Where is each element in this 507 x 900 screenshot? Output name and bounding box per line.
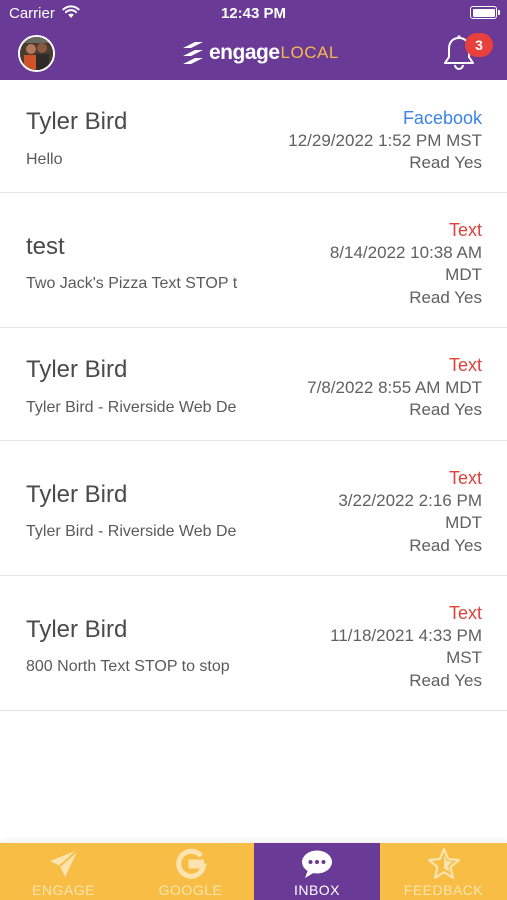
bottom-tab-bar: ENGAGE GOOGLE INBOX FEEDBACK [0, 843, 507, 900]
sender-name: Tyler Bird [26, 356, 128, 383]
paper-plane-icon [49, 849, 79, 877]
message-source: Facebook [402, 108, 482, 128]
status-bar: Carrier 12:43 PM [0, 0, 507, 28]
message-preview: 800 North Text STOP to stop [26, 658, 230, 675]
sender-name: Tyler Bird [26, 108, 128, 135]
battery-icon [470, 6, 500, 19]
engage-local-logo: engage LOCAL [180, 38, 339, 68]
message-source: Text [448, 603, 482, 623]
message-meta: Text 11/18/2021 4:33 PM MST Read Yes [307, 602, 482, 692]
message-source: Text [448, 220, 482, 240]
logo-mark-icon [183, 42, 203, 64]
message-source: Text [448, 355, 482, 375]
message-row[interactable]: Tyler Bird Hello Facebook 12/29/2022 1:5… [0, 80, 507, 193]
tab-google[interactable]: GOOGLE [127, 843, 254, 900]
message-source: Text [448, 468, 482, 488]
message-datetime: 8/14/2022 10:38 AM MDT [329, 242, 482, 285]
message-preview: Tyler Bird - Riverside Web De [26, 523, 237, 540]
message-read-status: Read Yes [409, 287, 482, 307]
google-g-icon [175, 848, 207, 879]
message-read-status: Read Yes [409, 400, 482, 419]
tab-inbox[interactable]: INBOX [254, 843, 380, 900]
profile-avatar[interactable] [18, 35, 55, 72]
chat-bubble-icon [302, 850, 332, 878]
tab-engage[interactable]: ENGAGE [0, 843, 127, 900]
tab-feedback[interactable]: FEEDBACK [380, 843, 507, 900]
message-preview: Tyler Bird - Riverside Web De [26, 399, 237, 416]
sender-name: Tyler Bird [26, 616, 128, 643]
tab-label: GOOGLE [158, 882, 223, 898]
tab-label: FEEDBACK [403, 882, 484, 898]
sender-name: Tyler Bird [26, 481, 128, 508]
message-read-status: Read Yes [409, 535, 482, 555]
message-preview: Two Jack's Pizza Text STOP t [26, 275, 238, 292]
sender-name: test [26, 233, 65, 260]
logo-text-engage: engage [209, 41, 280, 64]
message-row[interactable]: Tyler Bird Tyler Bird - Riverside Web De… [0, 328, 507, 441]
top-bar: Carrier 12:43 PM engage LOCAL 3 [0, 0, 507, 80]
inbox-message-list: Tyler Bird Hello Facebook 12/29/2022 1:5… [0, 80, 507, 711]
message-datetime: 3/22/2022 2:16 PM MDT [338, 490, 482, 533]
message-meta: Text 7/8/2022 8:55 AM MDT Read Yes [307, 354, 482, 422]
message-read-status: Read Yes [409, 153, 482, 172]
notification-count-badge[interactable]: 3 [465, 33, 493, 57]
clock: 12:43 PM [220, 5, 287, 22]
message-preview: Hello [26, 151, 63, 168]
message-datetime: 12/29/2022 1:52 PM MST [288, 130, 482, 150]
message-meta: Text 8/14/2022 10:38 AM MDT Read Yes [307, 219, 482, 309]
star-badge-icon [427, 847, 460, 880]
message-meta: Facebook 12/29/2022 1:52 PM MST Read Yes [288, 107, 482, 175]
message-datetime: 7/8/2022 8:55 AM MDT [307, 377, 482, 397]
message-read-status: Read Yes [409, 670, 482, 690]
logo-text-local: LOCAL [280, 43, 339, 62]
message-meta: Text 3/22/2022 2:16 PM MDT Read Yes [307, 467, 482, 557]
message-row[interactable]: Tyler Bird Tyler Bird - Riverside Web De… [0, 441, 507, 576]
message-row[interactable]: test Two Jack's Pizza Text STOP t Text 8… [0, 193, 507, 328]
message-row[interactable]: Tyler Bird 800 North Text STOP to stop T… [0, 576, 507, 711]
tab-label: ENGAGE [32, 882, 95, 898]
tab-label: INBOX [293, 882, 341, 898]
message-datetime: 11/18/2021 4:33 PM MST [330, 625, 482, 668]
